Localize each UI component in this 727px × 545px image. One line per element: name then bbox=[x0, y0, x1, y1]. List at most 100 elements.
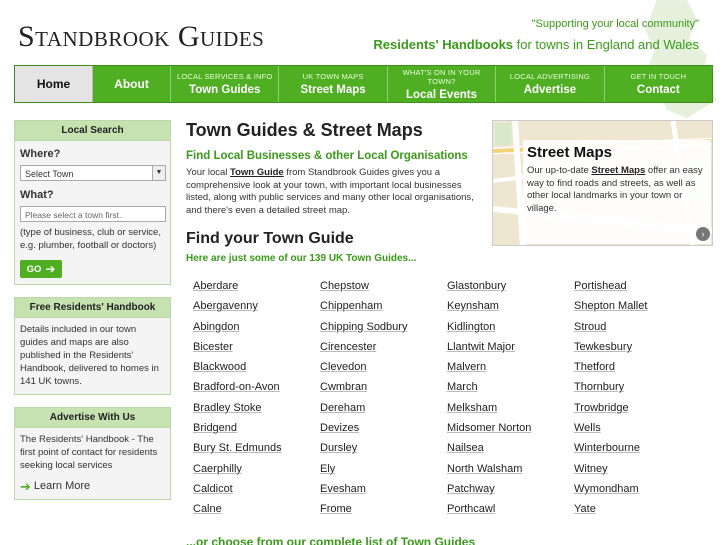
local-search-title: Local Search bbox=[15, 121, 170, 141]
town-link[interactable]: March bbox=[440, 377, 565, 397]
town-link[interactable]: Nailsea bbox=[440, 438, 565, 458]
what-input[interactable]: Please select a town first. bbox=[20, 206, 166, 222]
nav-about[interactable]: About bbox=[93, 66, 171, 102]
town-link[interactable]: Bury St. Edmunds bbox=[186, 438, 311, 458]
town-link[interactable]: Calne bbox=[186, 499, 311, 519]
more-towns-line: ...or choose from our complete list of T… bbox=[186, 535, 475, 545]
local-search-body: Where? Select Town ▼ What? Please select… bbox=[15, 141, 170, 284]
town-link[interactable]: Dursley bbox=[313, 438, 438, 458]
town-link[interactable]: Ely bbox=[313, 459, 438, 479]
street-maps-title: Street Maps bbox=[527, 144, 613, 161]
arrow-right-icon: ➔ bbox=[20, 479, 31, 494]
town-link[interactable]: Patchway bbox=[440, 479, 565, 499]
town-link[interactable]: Caldicot bbox=[186, 479, 311, 499]
town-link[interactable]: Caerphilly bbox=[186, 459, 311, 479]
town-column-1: Aberdare Abergavenny Abingdon Bicester B… bbox=[186, 276, 311, 520]
town-link[interactable]: Yate bbox=[567, 499, 692, 519]
nav-street-maps[interactable]: UK TOWN MAPS Street Maps bbox=[279, 66, 388, 102]
town-link[interactable]: Bradford-on-Avon bbox=[186, 377, 311, 397]
sidebar: Local Search Where? Select Town ▼ What? … bbox=[14, 120, 171, 512]
town-link[interactable]: Thetford bbox=[567, 357, 692, 377]
intro-pre: Your local bbox=[186, 167, 231, 178]
dropdown-arrow-icon: ▼ bbox=[152, 166, 165, 180]
nav-local-events-caption: WHAT'S ON IN YOUR TOWN? bbox=[402, 67, 481, 86]
town-link[interactable]: Wells bbox=[567, 418, 692, 438]
nav-contact[interactable]: GET IN TOUCH Contact bbox=[605, 66, 712, 102]
handbook-box: Free Residents' Handbook Details include… bbox=[14, 297, 171, 395]
nav-advertise-label: Advertise bbox=[523, 84, 577, 96]
street-maps-link[interactable]: Street Maps bbox=[591, 165, 645, 176]
town-link[interactable]: Winterbourne bbox=[567, 438, 692, 458]
complete-list-link[interactable]: complete list of Town Guides bbox=[309, 535, 475, 545]
town-link[interactable]: Clevedon bbox=[313, 357, 438, 377]
town-link[interactable]: Bradley Stoke bbox=[186, 398, 311, 418]
intro-text: Your local Town Guide from Standbrook Gu… bbox=[186, 167, 486, 217]
town-link[interactable]: North Walsham bbox=[440, 459, 565, 479]
town-link[interactable]: Trowbridge bbox=[567, 398, 692, 418]
town-link[interactable]: Aberdare bbox=[186, 276, 311, 296]
town-link[interactable]: Kidlington bbox=[440, 317, 565, 337]
town-link[interactable]: Chippenham bbox=[313, 296, 438, 316]
learn-more-link[interactable]: ➔ Learn More bbox=[20, 480, 165, 493]
nav-street-maps-label: Street Maps bbox=[300, 84, 366, 96]
nav-home[interactable]: Home bbox=[15, 66, 93, 102]
town-link[interactable]: Chepstow bbox=[313, 276, 438, 296]
town-link[interactable]: Chipping Sodbury bbox=[313, 317, 438, 337]
arrow-right-icon: ➔ bbox=[45, 261, 56, 276]
nav-street-maps-caption: UK TOWN MAPS bbox=[302, 72, 364, 81]
main-nav: Home About LOCAL SERVICES & INFO Town Gu… bbox=[14, 65, 713, 103]
town-link[interactable]: Evesham bbox=[313, 479, 438, 499]
town-link[interactable]: Cwmbran bbox=[313, 377, 438, 397]
town-link[interactable]: Llantwit Major bbox=[440, 337, 565, 357]
advertise-body: The Residents' Handbook - The first poin… bbox=[15, 428, 170, 499]
arrow-right-icon[interactable]: › bbox=[696, 227, 710, 241]
town-link[interactable]: Blackwood bbox=[186, 357, 311, 377]
page-title: Town Guides & Street Maps bbox=[186, 120, 423, 140]
street-maps-pre: Our up-to-date bbox=[527, 165, 592, 176]
town-select-value: Select Town bbox=[25, 169, 74, 179]
town-link[interactable]: Portishead bbox=[567, 276, 692, 296]
town-link[interactable]: Porthcawl bbox=[440, 499, 565, 519]
town-select[interactable]: Select Town ▼ bbox=[20, 165, 166, 181]
town-link[interactable]: Tewkesbury bbox=[567, 337, 692, 357]
advertise-box: Advertise With Us The Residents' Handboo… bbox=[14, 407, 171, 500]
town-link[interactable]: Malvern bbox=[440, 357, 565, 377]
main-content: Town Guides & Street Maps Find Local Bus… bbox=[186, 120, 486, 217]
handbook-title: Free Residents' Handbook bbox=[15, 298, 170, 318]
town-link[interactable]: Thornbury bbox=[567, 377, 692, 397]
nav-advertise[interactable]: LOCAL ADVERTISING Advertise bbox=[496, 66, 605, 102]
town-link[interactable]: Bicester bbox=[186, 337, 311, 357]
go-button[interactable]: GO ➔ bbox=[20, 260, 62, 278]
town-column-3: Glastonbury Keynsham Kidlington Llantwit… bbox=[440, 276, 565, 520]
town-link[interactable]: Dereham bbox=[313, 398, 438, 418]
town-link[interactable]: Abergavenny bbox=[186, 296, 311, 316]
nav-local-events[interactable]: WHAT'S ON IN YOUR TOWN? Local Events bbox=[388, 66, 497, 102]
nav-town-guides[interactable]: LOCAL SERVICES & INFO Town Guides bbox=[171, 66, 280, 102]
town-link[interactable]: Abingdon bbox=[186, 317, 311, 337]
town-link[interactable]: Cirencester bbox=[313, 337, 438, 357]
town-link[interactable]: Keynsham bbox=[440, 296, 565, 316]
sub-tagline-rest: for towns in England and Wales bbox=[513, 37, 699, 52]
nav-contact-label: Contact bbox=[636, 84, 680, 96]
sub-tagline: Residents' Handbooks for towns in Englan… bbox=[373, 37, 699, 52]
town-link[interactable]: Midsomer Norton bbox=[440, 418, 565, 438]
site-logo[interactable]: Standbrook Guides bbox=[18, 20, 264, 54]
street-maps-text: Our up-to-date Street Maps offer an easy… bbox=[527, 165, 707, 215]
town-link[interactable]: Witney bbox=[567, 459, 692, 479]
town-link[interactable]: Stroud bbox=[567, 317, 692, 337]
go-button-label: GO bbox=[26, 263, 42, 275]
nav-advertise-caption: LOCAL ADVERTISING bbox=[509, 72, 590, 81]
page-subtitle: Find Local Businesses & other Local Orga… bbox=[186, 150, 468, 162]
town-link[interactable]: Glastonbury bbox=[440, 276, 565, 296]
town-link[interactable]: Melksham bbox=[440, 398, 565, 418]
learn-more-label: Learn More bbox=[33, 480, 91, 492]
town-link[interactable]: Bridgend bbox=[186, 418, 311, 438]
town-guide-link[interactable]: Town Guide bbox=[230, 167, 284, 178]
street-maps-promo[interactable]: Street Maps Our up-to-date Street Maps o… bbox=[492, 120, 713, 246]
town-link[interactable]: Devizes bbox=[313, 418, 438, 438]
town-link[interactable]: Shepton Mallet bbox=[567, 296, 692, 316]
nav-town-guides-caption: LOCAL SERVICES & INFO bbox=[176, 72, 273, 81]
town-link[interactable]: Wymondham bbox=[567, 479, 692, 499]
site-header: Standbrook Guides "Supporting your local… bbox=[0, 0, 727, 118]
town-link[interactable]: Frome bbox=[313, 499, 438, 519]
